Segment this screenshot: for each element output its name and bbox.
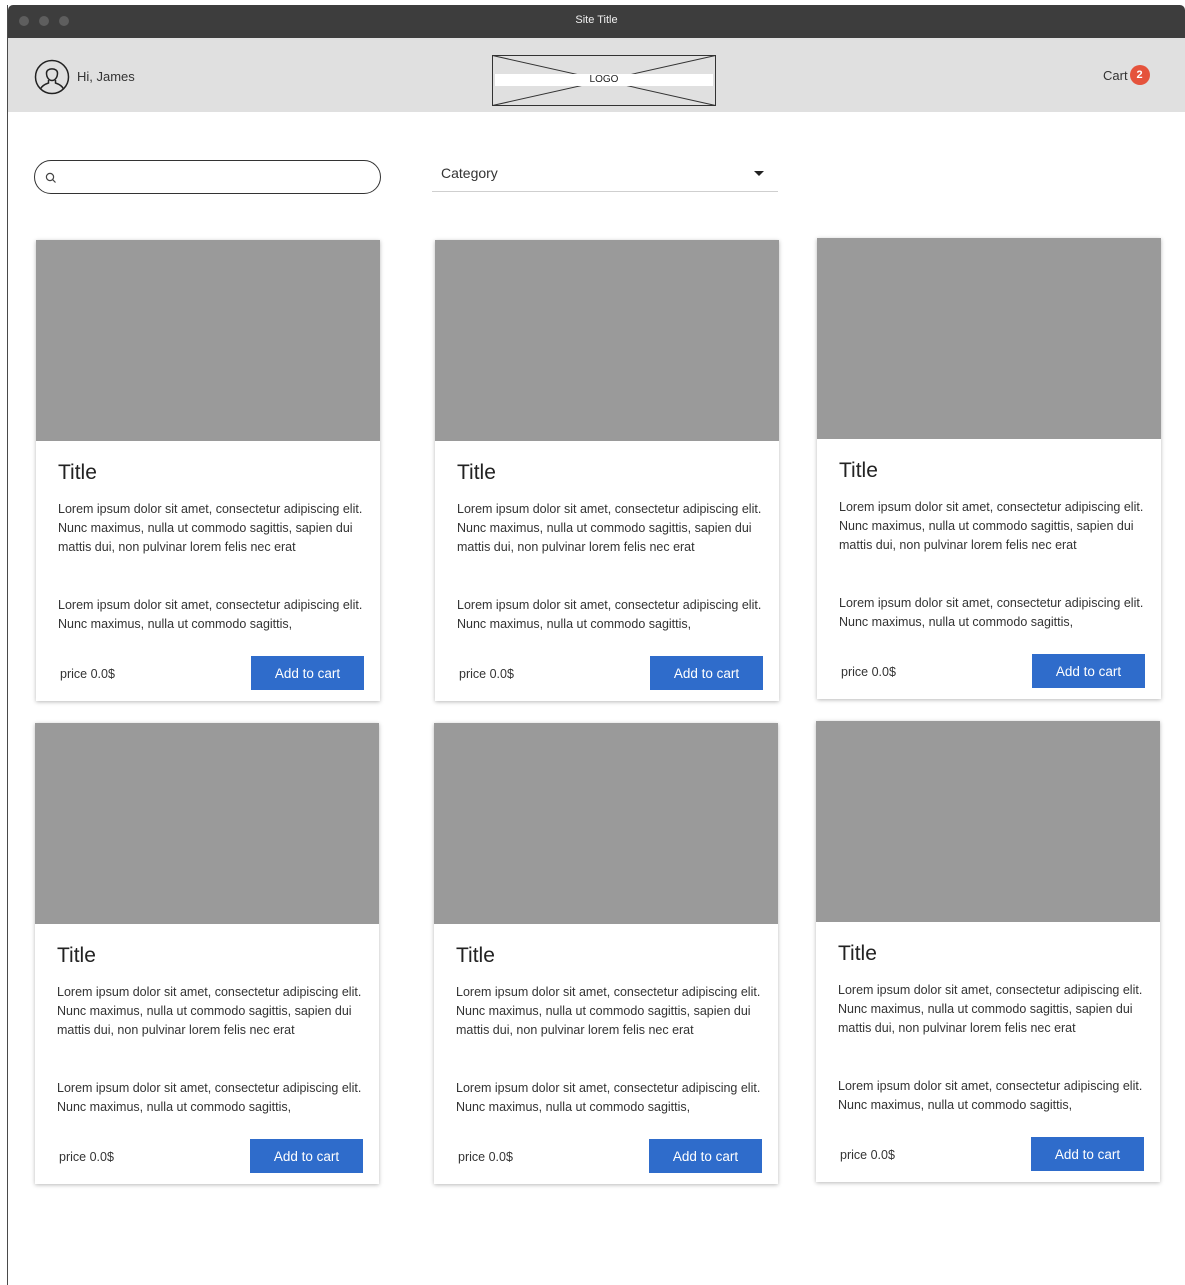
add-to-cart-button[interactable]: Add to cart [251,656,364,690]
product-description: Lorem ipsum dolor sit amet, consectetur … [838,983,1143,1035]
category-label: Category [441,165,498,181]
add-to-cart-button[interactable]: Add to cart [250,1139,363,1173]
product-image-placeholder[interactable] [35,723,379,924]
product-image-placeholder[interactable] [434,723,778,924]
product-description-secondary: Lorem ipsum dolor sit amet, consectetur … [58,598,363,631]
search-input[interactable] [63,167,368,187]
cart-count-badge: 2 [1129,65,1150,85]
product-price: price 0.0$ [60,667,115,681]
product-image-placeholder[interactable] [435,240,779,441]
product-description-secondary: Lorem ipsum dolor sit amet, consectetur … [457,598,762,631]
product-price: price 0.0$ [840,1148,895,1162]
product-title: Title [839,459,878,482]
chevron-down-icon [754,171,764,176]
product-description-secondary: Lorem ipsum dolor sit amet, consectetur … [838,1079,1143,1112]
product-card: Title Lorem ipsum dolor sit amet, consec… [816,721,1160,1182]
site-header: Hi, James LOGO Cart 2 [8,38,1185,112]
product-image-placeholder[interactable] [816,721,1160,922]
product-card: Title Lorem ipsum dolor sit amet, consec… [817,238,1161,699]
cart-button[interactable]: Cart 2 [1103,65,1150,85]
product-description-secondary: Lorem ipsum dolor sit amet, consectetur … [839,596,1144,629]
add-to-cart-button[interactable]: Add to cart [650,656,763,690]
product-description: Lorem ipsum dolor sit amet, consectetur … [457,502,762,554]
product-image-placeholder[interactable] [817,238,1161,439]
product-title: Title [456,944,495,967]
add-to-cart-button[interactable]: Add to cart [649,1139,762,1173]
product-description: Lorem ipsum dolor sit amet, consectetur … [57,985,362,1037]
product-card: Title Lorem ipsum dolor sit amet, consec… [435,240,779,701]
logo-text: LOGO [589,74,619,85]
search-bar[interactable] [34,160,381,194]
product-description: Lorem ipsum dolor sit amet, consectetur … [58,502,363,554]
product-title: Title [838,942,877,965]
window-titlebar: Site Title [8,5,1185,38]
product-title: Title [58,461,97,484]
product-description: Lorem ipsum dolor sit amet, consectetur … [839,500,1144,552]
product-title: Title [57,944,96,967]
product-price: price 0.0$ [458,1150,513,1164]
product-card: Title Lorem ipsum dolor sit amet, consec… [36,240,380,701]
add-to-cart-button[interactable]: Add to cart [1032,654,1145,688]
product-card: Title Lorem ipsum dolor sit amet, consec… [35,723,379,1184]
user-greeting: Hi, James [77,69,135,84]
product-description-secondary: Lorem ipsum dolor sit amet, consectetur … [57,1081,362,1114]
product-price: price 0.0$ [459,667,514,681]
browser-window: Site Title Hi, James LOGO Cart 2 Categor… [7,5,1185,1285]
category-dropdown[interactable]: Category [432,160,778,192]
product-price: price 0.0$ [841,665,896,679]
product-card: Title Lorem ipsum dolor sit amet, consec… [434,723,778,1184]
cart-label: Cart [1103,67,1128,83]
user-avatar-icon[interactable] [34,59,70,95]
search-icon [45,172,56,183]
product-description: Lorem ipsum dolor sit amet, consectetur … [456,985,761,1037]
product-description-secondary: Lorem ipsum dolor sit amet, consectetur … [456,1081,761,1114]
window-title: Site Title [575,14,618,26]
product-title: Title [457,461,496,484]
product-price: price 0.0$ [59,1150,114,1164]
add-to-cart-button[interactable]: Add to cart [1031,1137,1144,1171]
product-image-placeholder[interactable] [36,240,380,441]
